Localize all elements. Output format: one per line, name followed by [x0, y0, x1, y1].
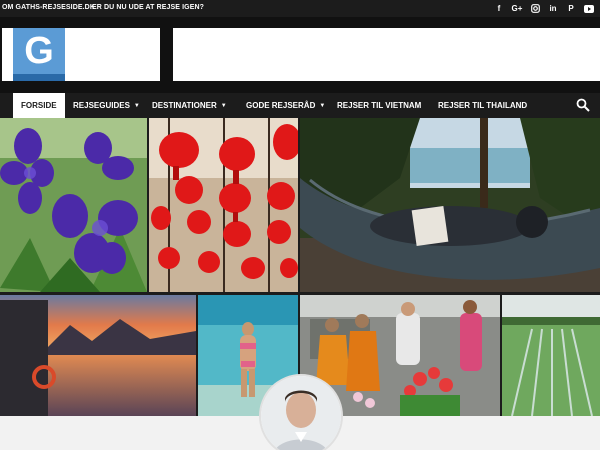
logo-letter: G [13, 28, 65, 74]
nav-item-destinationer[interactable]: DESTINATIONER ▼ [144, 93, 235, 118]
logo-underline [13, 74, 65, 81]
social-icons: f G+ in P [490, 1, 598, 16]
pinterest-icon[interactable]: P [562, 1, 580, 16]
nav-item-label: DESTINATIONER [152, 101, 217, 110]
instagram-icon[interactable] [526, 1, 544, 16]
author-avatar[interactable] [259, 374, 343, 450]
photo-rice-field[interactable] [502, 295, 600, 416]
nav-item-label: REJSER TIL THAILAND [438, 101, 528, 110]
chevron-down-icon: ▼ [319, 102, 326, 109]
nav-item-label: FORSIDE [21, 101, 57, 110]
main-nav: FORSIDE REJSEGUIDES ▼ DESTINATIONER ▼ GO… [0, 93, 600, 118]
photo-hammock[interactable] [300, 118, 600, 292]
nav-item-forside[interactable]: FORSIDE [13, 93, 65, 118]
top-link-travel-again[interactable]: ER DU NU UDE AT REJSE IGEN? [92, 4, 204, 11]
nav-item-label: REJSER TIL VIETNAM [337, 101, 422, 110]
search-icon[interactable] [576, 98, 590, 112]
youtube-icon[interactable] [580, 1, 598, 16]
page: OM GATHS-REJSESIDE.DK ER DU NU UDE AT RE… [0, 0, 600, 450]
linkedin-icon[interactable]: in [544, 1, 562, 16]
chevron-down-icon: ▼ [133, 102, 140, 109]
chevron-down-icon: ▼ [220, 102, 227, 109]
photo-orchids[interactable] [0, 118, 147, 292]
header: G [0, 17, 600, 93]
nav-item-thailand[interactable]: REJSER TIL THAILAND [430, 93, 535, 118]
top-bar: OM GATHS-REJSESIDE.DK ER DU NU UDE AT RE… [0, 0, 600, 17]
google-plus-icon[interactable]: G+ [508, 1, 526, 16]
photo-lanterns[interactable] [149, 118, 298, 292]
nav-item-rejseguides[interactable]: REJSEGUIDES ▼ [65, 93, 148, 118]
site-logo[interactable]: G [2, 28, 160, 81]
nav-item-gode-rejserad[interactable]: GODE REJSERÅD ▼ [238, 93, 333, 118]
nav-item-label: REJSEGUIDES [73, 101, 130, 110]
nav-item-label: GODE REJSERÅD [246, 101, 316, 110]
facebook-icon[interactable]: f [490, 1, 508, 16]
photo-sunset-lake[interactable] [0, 295, 196, 416]
top-link-about[interactable]: OM GATHS-REJSESIDE.DK [2, 4, 95, 11]
nav-item-vietnam[interactable]: REJSER TIL VIETNAM [329, 93, 429, 118]
header-banner[interactable] [173, 28, 600, 81]
